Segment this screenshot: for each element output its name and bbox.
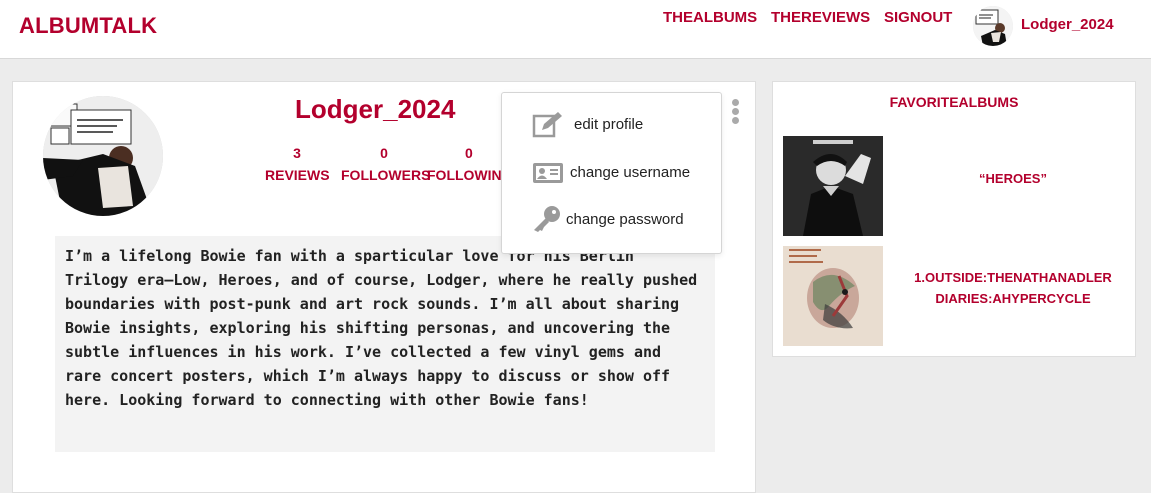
- menu-label: edit profile: [574, 116, 644, 133]
- menu-item-change-username[interactable]: change username: [502, 150, 721, 194]
- nav-avatar[interactable]: [973, 6, 1013, 46]
- id-card-icon: [532, 158, 564, 186]
- nav-link-signout[interactable]: SIGNOUT: [884, 9, 952, 26]
- album-cover-heroes[interactable]: [783, 136, 883, 236]
- profile-avatar: [43, 96, 163, 216]
- stat-label: FOLLOWERS: [341, 167, 431, 183]
- favorite-albums-card: FAVORITEALBUMS “HEROES” 1.OUTSIDE:THENAT…: [772, 81, 1136, 357]
- key-icon: [532, 205, 564, 233]
- site-logo[interactable]: ALBUMTALK: [19, 13, 157, 39]
- stat-followers[interactable]: 0 FOLLOWERS: [341, 145, 431, 183]
- stat-count: 3: [293, 145, 301, 161]
- stat-reviews[interactable]: 3 REVIEWS: [265, 145, 330, 183]
- nav-link-albums[interactable]: THEALBUMS: [663, 9, 757, 26]
- edit-icon: [532, 110, 564, 138]
- more-options-icon[interactable]: [730, 99, 740, 129]
- favorite-albums-title: FAVORITEALBUMS: [889, 94, 1019, 110]
- profile-username: Lodger_2024: [295, 94, 456, 124]
- stat-label: REVIEWS: [265, 167, 330, 183]
- profile-options-menu: edit profile change username change pass…: [501, 92, 722, 254]
- menu-label: change password: [566, 211, 684, 228]
- album-title-heroes[interactable]: “HEROES”: [893, 168, 1133, 189]
- nav-link-reviews[interactable]: THEREVIEWS: [771, 9, 870, 26]
- nav-username[interactable]: Lodger_2024: [1021, 16, 1114, 33]
- album-cover-outside[interactable]: [783, 246, 883, 346]
- top-navbar: ALBUMTALK THEALBUMS THEREVIEWS SIGNOUT L…: [0, 0, 1151, 59]
- menu-item-change-password[interactable]: change password: [502, 197, 721, 241]
- menu-label: change username: [570, 164, 691, 181]
- album-title-outside[interactable]: 1.OUTSIDE:THENATHANADLER DIARIES:AHYPERC…: [893, 267, 1133, 309]
- profile-bio: I’m a lifelong Bowie fan with a sparticu…: [55, 236, 715, 452]
- stat-count: 0: [380, 145, 388, 161]
- menu-item-edit-profile[interactable]: edit profile: [502, 102, 721, 146]
